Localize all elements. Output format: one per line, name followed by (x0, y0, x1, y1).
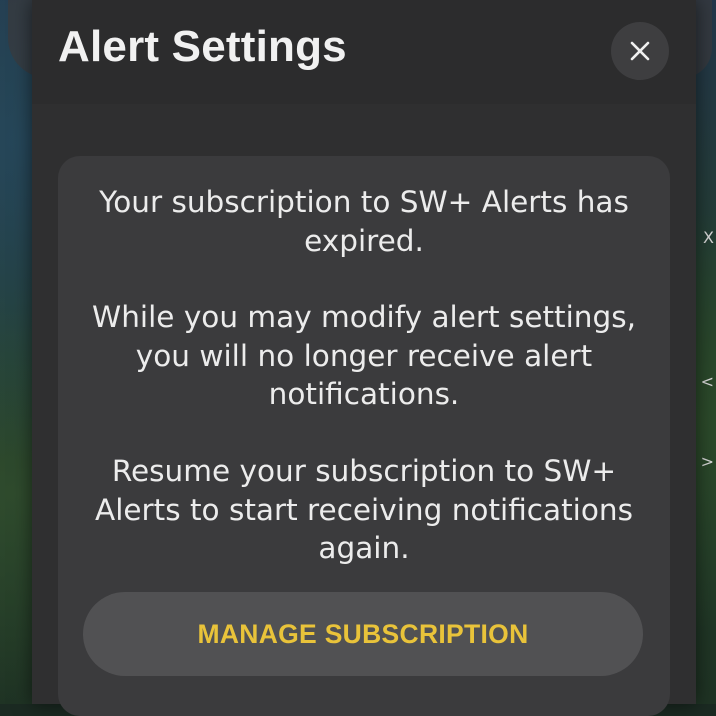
manage-subscription-button[interactable]: MANAGE SUBSCRIPTION (83, 592, 643, 676)
close-button[interactable] (611, 22, 669, 80)
map-edge-mark: < (700, 372, 714, 391)
map-edge-mark: > (700, 452, 714, 471)
modify-settings-message: While you may modify alert settings, you… (92, 300, 636, 411)
resume-subscription-message: Resume your subscription to SW+ Alerts t… (95, 454, 633, 565)
map-edge-mark: X (703, 228, 714, 247)
expired-message: Your subscription to SW+ Alerts has expi… (99, 185, 629, 258)
dialog-title: Alert Settings (58, 22, 347, 71)
close-icon (630, 41, 650, 61)
subscription-expired-card: Your subscription to SW+ Alerts has expi… (58, 156, 670, 716)
dialog-header: Alert Settings (32, 0, 696, 104)
alert-settings-dialog: Alert Settings Your subscription to SW+ … (32, 0, 696, 716)
manage-subscription-label: MANAGE SUBSCRIPTION (197, 618, 529, 649)
